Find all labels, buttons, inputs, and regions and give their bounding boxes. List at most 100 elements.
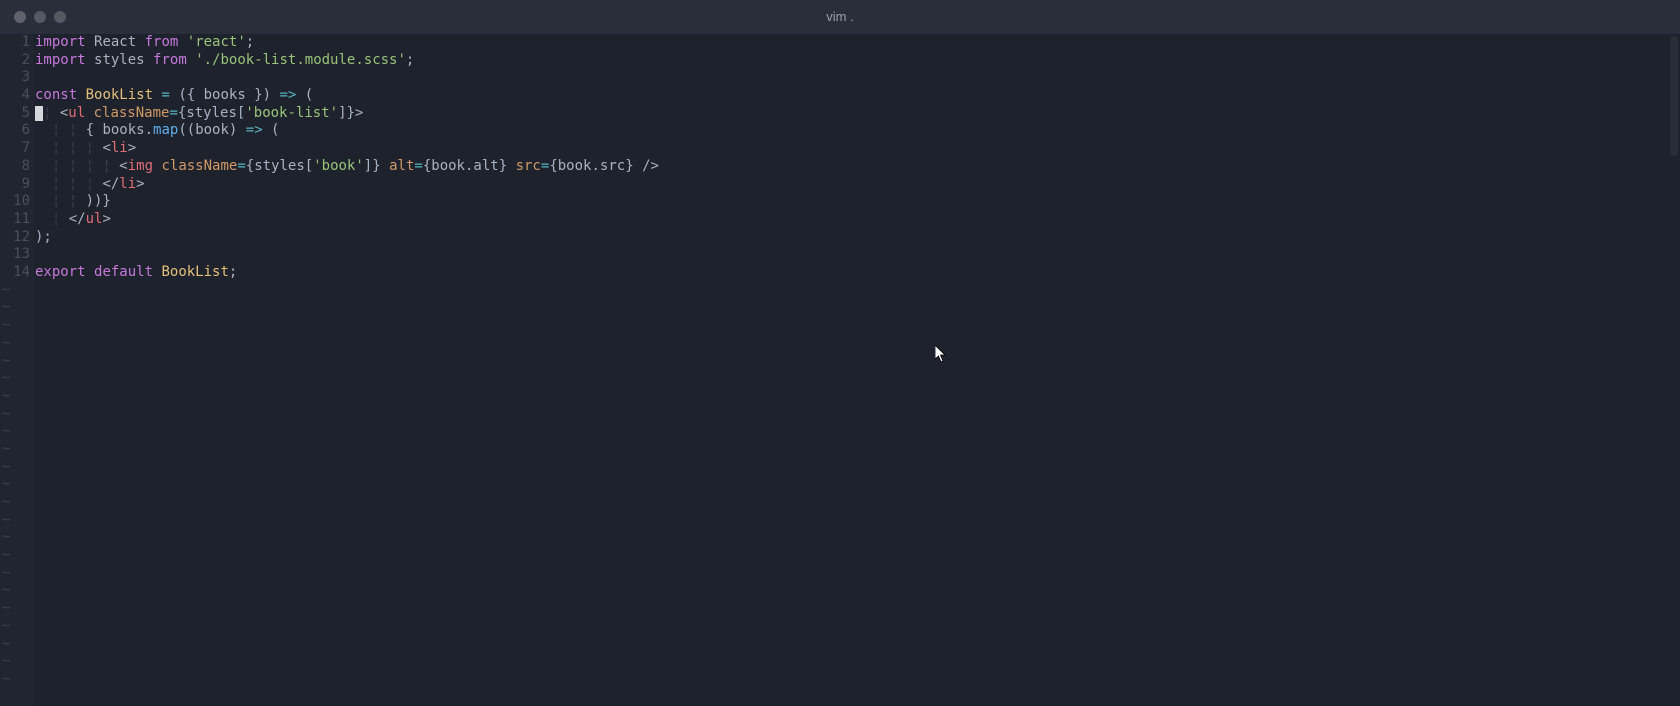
code-token: ¦ xyxy=(43,105,60,121)
code-token: { xyxy=(423,158,431,174)
code-line[interactable]: ¦ ¦ ¦ <li> xyxy=(35,140,1680,158)
code-token: (( xyxy=(178,122,195,138)
code-token: } xyxy=(499,158,516,174)
code-line[interactable]: ¦ ¦ ¦ </li> xyxy=(35,176,1680,194)
code-token: = xyxy=(161,87,169,103)
code-token: ); xyxy=(35,229,52,245)
empty-line-marker: ~ xyxy=(2,618,10,636)
code-token: book xyxy=(431,158,465,174)
line-number: 5 xyxy=(0,105,30,123)
scrollbar-track[interactable] xyxy=(1668,34,1680,706)
code-line[interactable]: ); xyxy=(35,229,1680,247)
code-token: . xyxy=(145,122,153,138)
code-token: import xyxy=(35,52,86,68)
code-line[interactable] xyxy=(35,246,1680,264)
code-token: ; xyxy=(406,52,414,68)
empty-line-marker: ~ xyxy=(2,476,10,494)
empty-line-marker: ~ xyxy=(2,565,10,583)
code-token: BookList xyxy=(86,87,153,103)
code-token: from xyxy=(153,52,187,68)
code-token: ) xyxy=(229,122,246,138)
code-token: ¦ ¦ xyxy=(35,193,86,209)
title-bar[interactable]: vim . xyxy=(0,0,1680,34)
code-line[interactable]: export default BookList; xyxy=(35,264,1680,282)
empty-line-marker: ~ xyxy=(2,582,10,600)
code-line[interactable]: ¦ ¦ ¦ ¦ <img className={styles['book']} … xyxy=(35,158,1680,176)
code-token: ¦ ¦ ¦ xyxy=(35,176,102,192)
empty-line-marker: ~ xyxy=(2,370,10,388)
line-number: 13 xyxy=(0,246,30,264)
line-number: 4 xyxy=(0,87,30,105)
line-number: 1 xyxy=(0,34,30,52)
empty-line-marker: ~ xyxy=(2,423,10,441)
code-token: </ xyxy=(102,176,119,192)
empty-line-marker: ~ xyxy=(2,282,10,300)
line-number: 9 xyxy=(0,176,30,194)
code-token: ¦ ¦ xyxy=(35,122,86,138)
empty-line-marker: ~ xyxy=(2,299,10,317)
code-token xyxy=(86,264,94,280)
minimize-window-button[interactable] xyxy=(34,11,46,23)
code-token: ]} xyxy=(364,158,389,174)
code-token: > xyxy=(102,211,110,227)
code-token: './book-list.module.scss' xyxy=(195,52,406,68)
code-token: ) xyxy=(263,87,280,103)
maximize-window-button[interactable] xyxy=(54,11,66,23)
code-token: from xyxy=(145,34,179,50)
code-token: ¦ xyxy=(35,211,69,227)
code-line[interactable]: const BookList = ({ books }) => ( xyxy=(35,87,1680,105)
code-token: ; xyxy=(246,34,254,50)
code-token: 'book' xyxy=(313,158,364,174)
code-buffer[interactable]: import React from 'react';import styles … xyxy=(34,34,1680,706)
empty-line-marker: ~ xyxy=(2,317,10,335)
code-token: = xyxy=(169,105,177,121)
empty-line-marker: ~ xyxy=(2,406,10,424)
code-token: . xyxy=(591,158,599,174)
empty-line-marker: ~ xyxy=(2,353,10,371)
code-token: ¦ ¦ ¦ xyxy=(35,140,102,156)
empty-line-marker: ~ xyxy=(2,459,10,477)
code-line[interactable]: ¦ </ul> xyxy=(35,211,1680,229)
line-number: 11 xyxy=(0,211,30,229)
code-line[interactable] xyxy=(35,69,1680,87)
code-token: li xyxy=(119,176,136,192)
empty-line-marker: ~ xyxy=(2,512,10,530)
code-token: => xyxy=(280,87,297,103)
code-line[interactable]: import React from 'react'; xyxy=(35,34,1680,52)
line-number: 10 xyxy=(0,193,30,211)
code-token: BookList xyxy=(161,264,228,280)
code-line[interactable]: import styles from './book-list.module.s… xyxy=(35,52,1680,70)
code-token: alt xyxy=(473,158,498,174)
editor-area[interactable]: 1234567891011121314 import React from 'r… xyxy=(0,34,1680,706)
code-token: styles xyxy=(94,52,145,68)
empty-line-marker: ~ xyxy=(2,441,10,459)
code-line[interactable]: ¦ ¦ { books.map((book) => ( xyxy=(35,122,1680,140)
code-token: className xyxy=(161,158,237,174)
code-token: books xyxy=(204,87,246,103)
code-token xyxy=(86,52,94,68)
code-token: ( xyxy=(296,87,313,103)
code-token: book xyxy=(195,122,229,138)
empty-line-marker: ~ xyxy=(2,600,10,618)
code-token: 'react' xyxy=(187,34,246,50)
code-line[interactable]: ¦ ¦ ))} xyxy=(35,193,1680,211)
code-line[interactable]: ¦ <ul className={styles['book-list']}> xyxy=(35,105,1680,123)
code-token: = xyxy=(237,158,245,174)
code-token: { xyxy=(549,158,557,174)
scrollbar-thumb[interactable] xyxy=(1670,36,1678,156)
line-number: 6 xyxy=(0,122,30,140)
empty-line-marker: ~ xyxy=(2,494,10,512)
code-token xyxy=(136,34,144,50)
close-window-button[interactable] xyxy=(14,11,26,23)
code-token: ul xyxy=(68,105,85,121)
code-token: book xyxy=(558,158,592,174)
code-token: styles xyxy=(186,105,237,121)
code-token: styles xyxy=(254,158,305,174)
code-token: { xyxy=(187,87,204,103)
code-token xyxy=(178,34,186,50)
empty-line-marker: ~ xyxy=(2,529,10,547)
line-number: 3 xyxy=(0,69,30,87)
code-token: ]} xyxy=(338,105,355,121)
empty-line-marker: ~ xyxy=(2,547,10,565)
code-token: [ xyxy=(305,158,313,174)
